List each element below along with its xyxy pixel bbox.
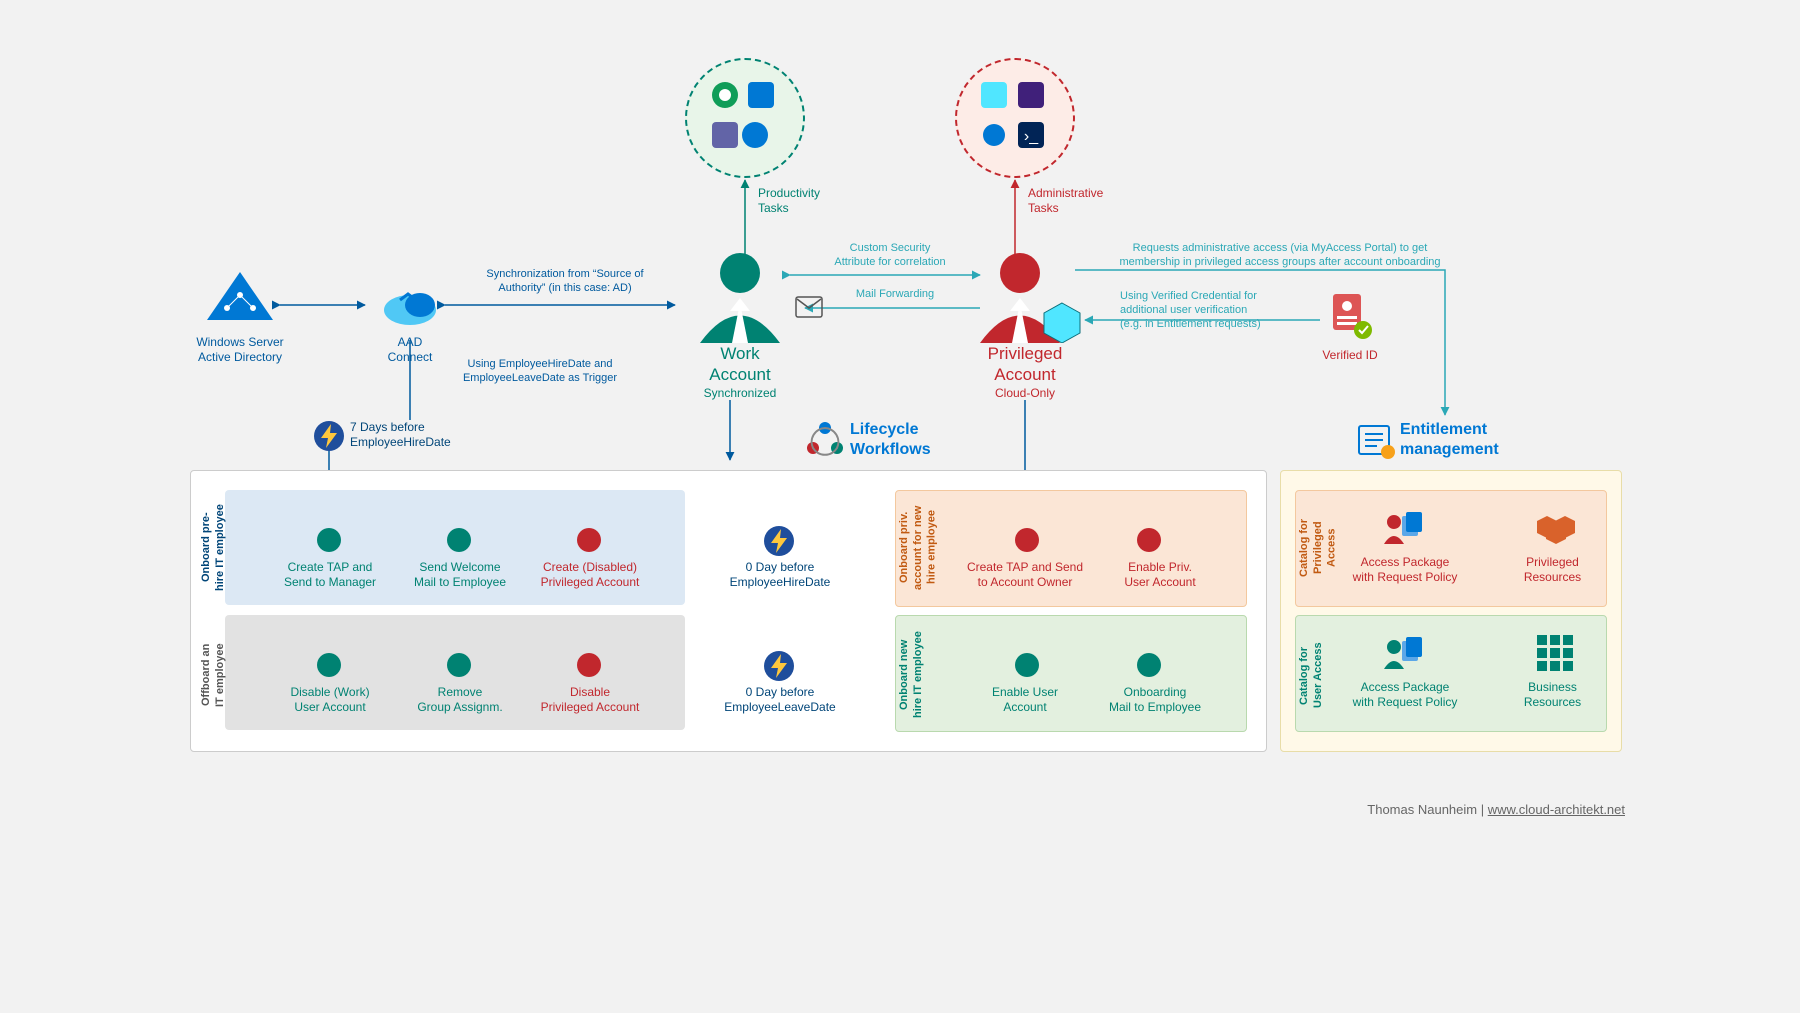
row4-dot-b: [1137, 653, 1161, 677]
lifecycle-title: Lifecycle Workflows: [850, 420, 960, 460]
timer3-label: 0 Day before EmployeeLeaveDate: [715, 685, 845, 715]
sync-label: Synchronization from “Source of Authorit…: [460, 268, 670, 296]
aad-connect-icon: [380, 280, 440, 333]
row2-dot-b: [447, 653, 471, 677]
row2-a: Disable (Work) User Account: [265, 685, 395, 715]
row1-a: Create TAP and Send to Manager: [265, 560, 395, 590]
work-sub: Synchronized: [675, 386, 805, 401]
timer2-icon: [763, 525, 795, 560]
priv-account-title: Privileged Account Cloud-Only: [955, 343, 1095, 401]
row1-b: Send Welcome Mail to Employee: [395, 560, 525, 590]
verified-cred-label: Using Verified Credential for additional…: [1120, 290, 1310, 331]
row3-a: Create TAP and Send to Account Owner: [955, 560, 1095, 590]
cat2-icon-b: [1537, 635, 1573, 674]
diagram-canvas: { "top": { "productivity_label": "Produc…: [165, 0, 1635, 827]
priv-title: Privileged Account: [955, 343, 1095, 386]
row4-label: Onboard new hire IT employee: [898, 625, 926, 725]
row2-c: Disable Privileged Account: [525, 685, 655, 715]
cat1-a: Access Package with Request Policy: [1335, 555, 1475, 585]
cat2-icon-a: [1380, 635, 1422, 676]
row2-dot-a: [317, 653, 341, 677]
row2-b: Remove Group Assignm.: [395, 685, 525, 715]
author: Thomas Naunheim |: [1367, 802, 1487, 817]
timer2-label: 0 Day before EmployeeHireDate: [715, 560, 845, 590]
aad-label: AAD Connect: [380, 335, 440, 365]
custom-sec-label: Custom Security Attribute for correlatio…: [815, 242, 965, 270]
row3-label: Onboard priv. account for new hire emplo…: [898, 495, 939, 600]
row3-dot-b: [1137, 528, 1161, 552]
cat2-a: Access Package with Request Policy: [1335, 680, 1475, 710]
work-account-icon: [685, 248, 795, 346]
mail-fwd-label: Mail Forwarding: [845, 288, 945, 302]
row4-dot-a: [1015, 653, 1039, 677]
verified-id-label: Verified ID: [1310, 348, 1390, 363]
envelope-icon: [795, 296, 823, 321]
cat2-b: Business Resources: [1505, 680, 1600, 710]
work-account-title: Work Account Synchronized: [675, 343, 805, 401]
row1-dot-a: [317, 528, 341, 552]
row3-dot-a: [1015, 528, 1039, 552]
row4-a: Enable User Account: [960, 685, 1090, 715]
site: www.cloud-architekt.net: [1488, 802, 1625, 817]
timer1-label: 7 Days before EmployeeHireDate: [350, 420, 480, 450]
attribution: Thomas Naunheim | www.cloud-architekt.ne…: [1367, 802, 1625, 817]
row1-c: Create (Disabled) Privileged Account: [525, 560, 655, 590]
admin-label: Administrative Tasks: [1028, 186, 1103, 216]
cat2-label: Catalog for User Access: [1298, 628, 1326, 723]
lifecycle-icon: [805, 420, 845, 463]
row2-label: Offboard an IT employee: [200, 630, 228, 720]
productivity-circle: [685, 58, 805, 178]
trigger-label: Using EmployeeHireDate and EmployeeLeave…: [440, 358, 640, 386]
cat1-icon-b: [1535, 510, 1575, 551]
work-title: Work Account: [675, 343, 805, 386]
row2-dot-c: [577, 653, 601, 677]
entitlement-title: Entitlement management: [1400, 420, 1550, 460]
row1-dot-c: [577, 528, 601, 552]
row1-label: Onboard pre- hire IT employee: [200, 500, 228, 595]
windows-server-ad-icon: [205, 270, 275, 333]
svg-text:›_: ›_: [1024, 128, 1039, 145]
timer3-icon: [763, 650, 795, 685]
cat1-b: Privileged Resources: [1505, 555, 1600, 585]
admin-circle: ›_: [955, 58, 1075, 178]
row3-b: Enable Priv. User Account: [1095, 560, 1225, 590]
ad-label: Windows Server Active Directory: [185, 335, 295, 365]
productivity-label: Productivity Tasks: [758, 186, 820, 216]
row1-dot-b: [447, 528, 471, 552]
priv-account-icon: [965, 248, 1085, 346]
cat1-icon-a: [1380, 510, 1422, 551]
requests-label: Requests administrative access (via MyAc…: [1100, 242, 1460, 270]
entitlement-icon: [1355, 420, 1395, 463]
cat1-label: Catalog for Privileged Access: [1298, 498, 1339, 598]
row4-b: Onboarding Mail to Employee: [1085, 685, 1225, 715]
timer1-icon: [313, 420, 345, 455]
priv-sub: Cloud-Only: [955, 386, 1095, 401]
verified-id-icon: [1325, 290, 1375, 348]
